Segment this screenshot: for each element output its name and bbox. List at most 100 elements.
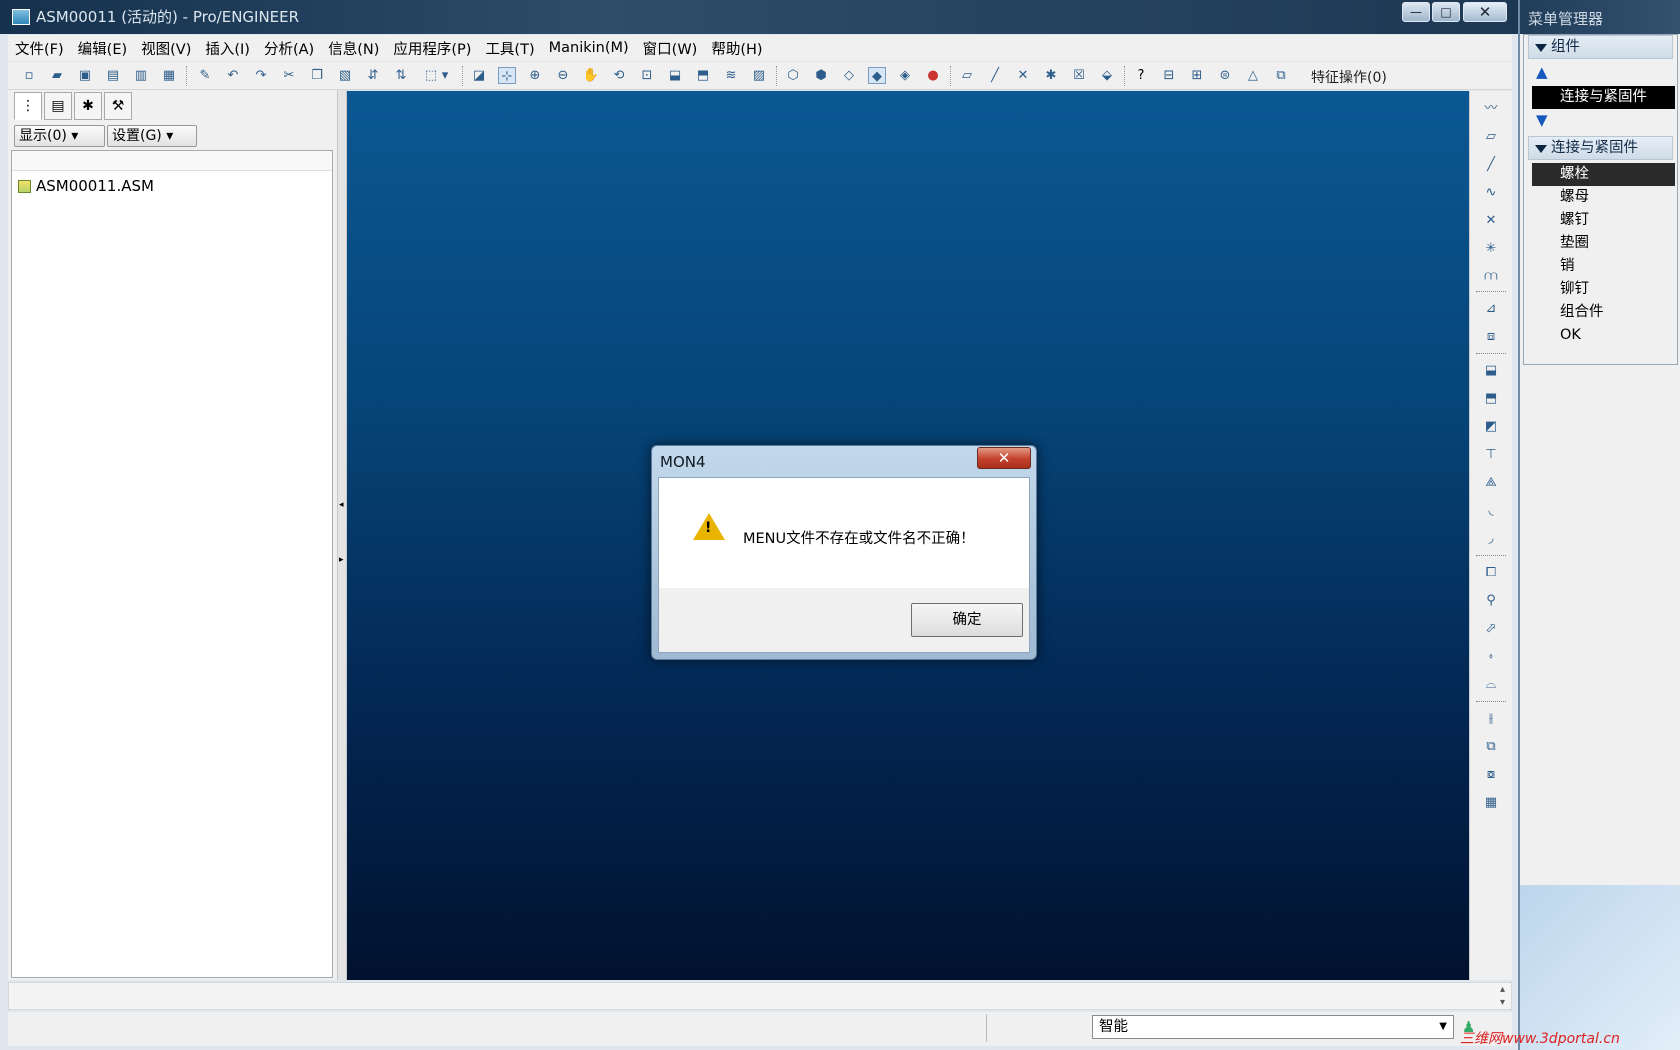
datum-points-icon[interactable]: ✕ xyxy=(1014,67,1032,84)
solidify-icon[interactable]: ⧇ xyxy=(1481,765,1501,785)
whats-this-icon[interactable]: ? xyxy=(1132,67,1150,84)
grid-icon[interactable]: ▦ xyxy=(1481,793,1501,813)
feature-operations-button[interactable]: 特征操作(0) xyxy=(1311,67,1387,87)
orient-icon[interactable]: ⟲ xyxy=(610,67,628,84)
offset-point-icon[interactable]: ✳ xyxy=(1481,239,1501,259)
datum-axis-icon[interactable]: ╱ xyxy=(1481,155,1501,175)
measure-icon[interactable]: ⊟ xyxy=(1160,67,1178,84)
save-copy-icon[interactable]: ▤ xyxy=(104,67,122,84)
menu-item-ok[interactable]: OK xyxy=(1532,324,1675,347)
package-icon[interactable]: ◩ xyxy=(1481,417,1501,437)
menu-tools[interactable]: 工具(T) xyxy=(478,38,541,59)
saved-views-icon[interactable]: ⬓ xyxy=(666,67,684,84)
maximize-button[interactable]: □ xyxy=(1432,2,1460,22)
connections-icon[interactable]: ⚒ xyxy=(104,92,132,120)
message-scroll-icon[interactable]: ▴ ▾ xyxy=(1500,983,1505,1009)
repaint-icon[interactable]: ◪ xyxy=(470,67,488,84)
hidden-line-icon[interactable]: ⬢ xyxy=(812,67,830,84)
expand-right-icon[interactable]: ▸ xyxy=(339,555,344,565)
repeat-icon[interactable]: ⊤ xyxy=(1481,445,1501,465)
menu-item-pin[interactable]: 销 xyxy=(1532,255,1675,278)
chevron-down-icon[interactable]: ▾ xyxy=(440,67,450,84)
print-icon[interactable]: ▦ xyxy=(160,67,178,84)
datum-axes-icon[interactable]: ╱ xyxy=(986,67,1004,84)
regenerate-icon[interactable]: ⇵ xyxy=(364,67,382,84)
menu-applications[interactable]: 应用程序(P) xyxy=(386,38,478,59)
chamfer-icon[interactable]: ⚲ xyxy=(1481,591,1501,611)
datum-plane-icon[interactable]: ▱ xyxy=(1481,127,1501,147)
backup-icon[interactable]: ▥ xyxy=(132,67,150,84)
coord-sys-icon[interactable]: ✱ xyxy=(1042,67,1060,84)
selection-filter-select[interactable]: 智能 ▼ xyxy=(1092,1015,1454,1039)
undo-icon[interactable]: ↶ xyxy=(224,67,242,84)
menu-item-connections-fasteners[interactable]: 连接与紧固件 xyxy=(1532,86,1675,109)
close-window-button[interactable]: ✕ xyxy=(1463,2,1507,22)
merge-icon[interactable]: ⌓ xyxy=(1481,675,1501,695)
menu-view[interactable]: 视图(V) xyxy=(134,38,198,59)
panel-splitter[interactable]: ◂ ▸ xyxy=(337,90,347,980)
collapse-left-icon[interactable]: ◂ xyxy=(339,500,344,510)
hole-icon[interactable]: ◞ xyxy=(1481,529,1501,549)
csys-icon[interactable]: ⊿ xyxy=(1481,299,1501,319)
annotation-display-icon[interactable]: ⬙ xyxy=(1098,67,1116,84)
menu-info[interactable]: 信息(N) xyxy=(321,38,386,59)
pan-icon[interactable]: ✋ xyxy=(582,67,600,84)
assemble-icon[interactable]: ⬓ xyxy=(1481,361,1501,381)
new-icon[interactable]: ▫ xyxy=(20,67,38,84)
pattern-icon[interactable]: ⬀ xyxy=(1481,619,1501,639)
ok-button[interactable]: 确定 xyxy=(911,603,1023,637)
cut-feature-icon[interactable]: ◟ xyxy=(1481,501,1501,521)
scroll-up-icon[interactable]: ▲ xyxy=(1536,63,1548,81)
zoom-out-icon[interactable]: ⊖ xyxy=(554,67,572,84)
refit-icon[interactable]: ⊡ xyxy=(638,67,656,84)
field-point-icon[interactable]: ⩋ xyxy=(1481,267,1501,287)
menu-edit[interactable]: 编辑(E) xyxy=(71,38,134,59)
settings-dropdown[interactable]: 设置(G) ▾ xyxy=(107,125,197,147)
create-component-icon[interactable]: ⬒ xyxy=(1481,389,1501,409)
menu-help[interactable]: 帮助(H) xyxy=(704,38,769,59)
menu-manikin[interactable]: Manikin(M) xyxy=(542,40,636,56)
view-manager-icon[interactable]: ▨ xyxy=(750,67,768,84)
cut-icon[interactable]: ✂ xyxy=(280,67,298,84)
no-hidden-icon[interactable]: ◇ xyxy=(840,67,858,84)
edit-icon[interactable]: ✎ xyxy=(196,67,214,84)
menu-insert[interactable]: 插入(I) xyxy=(198,38,257,59)
select-box-icon[interactable]: ⬚ xyxy=(422,67,440,84)
mass-props-icon[interactable]: ⊜ xyxy=(1216,67,1234,84)
dialog-close-button[interactable]: ✕ xyxy=(977,447,1031,469)
round-icon[interactable]: ⧠ xyxy=(1481,563,1501,583)
menu-item-rivet[interactable]: 铆钉 xyxy=(1532,278,1675,301)
section-icon[interactable]: ⊞ xyxy=(1188,67,1206,84)
shell-icon[interactable]: ⫲ xyxy=(1481,709,1501,729)
layers-icon[interactable]: ≋ xyxy=(722,67,740,84)
menu-analysis[interactable]: 分析(A) xyxy=(257,38,321,59)
model-tree-icon[interactable]: ⋮ xyxy=(14,92,42,120)
zoom-in-icon[interactable]: ⊕ xyxy=(526,67,544,84)
skeleton-icon[interactable]: ⟁ xyxy=(1481,473,1501,493)
menu-item-washer[interactable]: 垫圈 xyxy=(1532,232,1675,255)
mirror-icon[interactable]: ⬫ xyxy=(1481,647,1501,667)
minimize-button[interactable]: — xyxy=(1402,2,1430,22)
datum-point-icon[interactable]: ✕ xyxy=(1481,211,1501,231)
enhanced-realism-icon[interactable]: ◈ xyxy=(896,67,914,84)
intersect-icon[interactable]: ⧉ xyxy=(1481,737,1501,757)
sketch-icon[interactable]: 〰 xyxy=(1481,99,1501,119)
annotation-icon[interactable]: ⬒ xyxy=(694,67,712,84)
spin-center-icon[interactable]: ⊹ xyxy=(498,67,516,84)
menu-group-connections-fasteners[interactable]: 连接与紧固件 xyxy=(1528,136,1673,160)
datum-planes-icon[interactable]: ▱ xyxy=(958,67,976,84)
wireframe-icon[interactable]: ⬡ xyxy=(784,67,802,84)
show-dropdown[interactable]: 显示(0) ▾ xyxy=(14,125,105,147)
copy-icon[interactable]: ❐ xyxy=(308,67,326,84)
appearance-icon[interactable]: ● xyxy=(924,67,942,84)
menu-item-nut[interactable]: 螺母 xyxy=(1532,186,1675,209)
folder-browser-icon[interactable]: ▤ xyxy=(44,92,72,120)
menu-window[interactable]: 窗口(W) xyxy=(636,38,705,59)
paste-icon[interactable]: ▧ xyxy=(336,67,354,84)
open-icon[interactable]: ▰ xyxy=(48,67,66,84)
menu-file[interactable]: 文件(F) xyxy=(8,38,71,59)
shading-icon[interactable]: ◆ xyxy=(868,67,886,84)
menu-item-combination[interactable]: 组合件 xyxy=(1532,301,1675,324)
save-icon[interactable]: ▣ xyxy=(76,67,94,84)
draft-check-icon[interactable]: △ xyxy=(1244,67,1262,84)
